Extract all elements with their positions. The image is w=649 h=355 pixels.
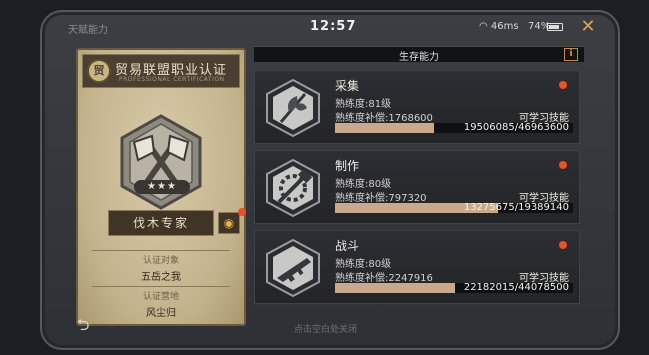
skill-row-gathering[interactable]: 采集 熟练度:81级 熟练度补偿:1768600 可学习技能 19506085/…: [254, 70, 580, 144]
location-label: 认证营地: [142, 292, 179, 302]
profession-name: 伐木专家: [108, 210, 214, 236]
divider: [92, 286, 230, 287]
notification-dot: [559, 241, 567, 249]
progress-fill: [335, 283, 455, 293]
wifi-icon: ◠: [479, 21, 488, 32]
progress-value: 22182015/44078500: [463, 282, 569, 293]
close-hint: 点击空白处关闭: [294, 325, 358, 335]
skill-name: 战斗: [335, 239, 360, 253]
progress-bar: 19506085/46963600: [335, 122, 573, 133]
gun-icon: [266, 238, 320, 298]
skill-level: 熟练度:80级: [335, 259, 392, 270]
progress-fill: [335, 123, 434, 133]
certificate-header: 贸 贸易联盟职业认证 PROFESSIONAL CERTIFICATION: [82, 54, 240, 88]
info-button[interactable]: i: [564, 48, 578, 61]
panel-title: 生存能力: [399, 52, 439, 63]
location-value: 风尘归: [146, 308, 176, 319]
notification-dot: [238, 208, 246, 216]
target-value: 五岳之我: [141, 272, 181, 283]
notification-dot: [559, 161, 567, 169]
skill-level: 熟练度:81级: [335, 99, 392, 110]
skill-compensation: 熟练度补偿:2247916: [335, 273, 433, 284]
clock: 12:57: [310, 19, 357, 34]
progress-value: 13275675/19389140: [463, 202, 569, 213]
skill-row-combat[interactable]: 战斗 熟练度:80级 熟练度补偿:2247916 可学习技能 22182015/…: [254, 230, 580, 304]
panel-header: 生存能力 i: [254, 46, 584, 63]
battery-icon: [547, 23, 563, 31]
leaf-icon: [266, 78, 320, 138]
guild-badge-icon: 贸: [87, 59, 111, 83]
window-title: 天赋能力: [68, 25, 108, 36]
notification-dot: [559, 81, 567, 89]
close-button[interactable]: ✕: [578, 17, 598, 37]
certificate-subtitle: PROFESSIONAL CERTIFICATION: [119, 76, 225, 83]
rank-stars: ★★★: [134, 180, 190, 194]
game-window: 天赋能力 12:57 ◠ 46ms 74% ✕ 贸 贸易联盟职业认证 PROFE…: [40, 10, 620, 350]
axe-emblem-icon: [120, 114, 202, 210]
status-bar: 天赋能力 12:57 ◠ 46ms 74% ✕: [42, 12, 618, 42]
progress-value: 19506085/46963600: [463, 122, 569, 133]
skill-compensation: 熟练度补偿:1768600: [335, 113, 433, 124]
back-button[interactable]: ⮌: [66, 314, 100, 336]
view-button[interactable]: ◉: [218, 212, 240, 234]
divider: [92, 250, 230, 251]
skill-name: 采集: [335, 79, 360, 93]
wifi-latency: ◠ 46ms: [479, 21, 519, 32]
progress-bar: 22182015/44078500: [335, 282, 573, 293]
certificate-card: 贸 贸易联盟职业认证 PROFESSIONAL CERTIFICATION ★★…: [76, 48, 246, 326]
skill-row-crafting[interactable]: 制作 熟练度:80级 熟练度补偿:797320 可学习技能 13275675/1…: [254, 150, 580, 224]
skill-name: 制作: [335, 159, 360, 173]
progress-bar: 13275675/19389140: [335, 202, 573, 213]
skill-level: 熟练度:80级: [335, 179, 392, 190]
back-arrow-icon: ⮌: [76, 315, 90, 334]
skill-compensation: 熟练度补偿:797320: [335, 193, 427, 204]
wifi-ping: 46ms: [490, 21, 519, 32]
hammer-gear-icon: [266, 158, 320, 218]
target-label: 认证对象: [142, 256, 179, 266]
eye-icon: ◉: [223, 216, 235, 230]
